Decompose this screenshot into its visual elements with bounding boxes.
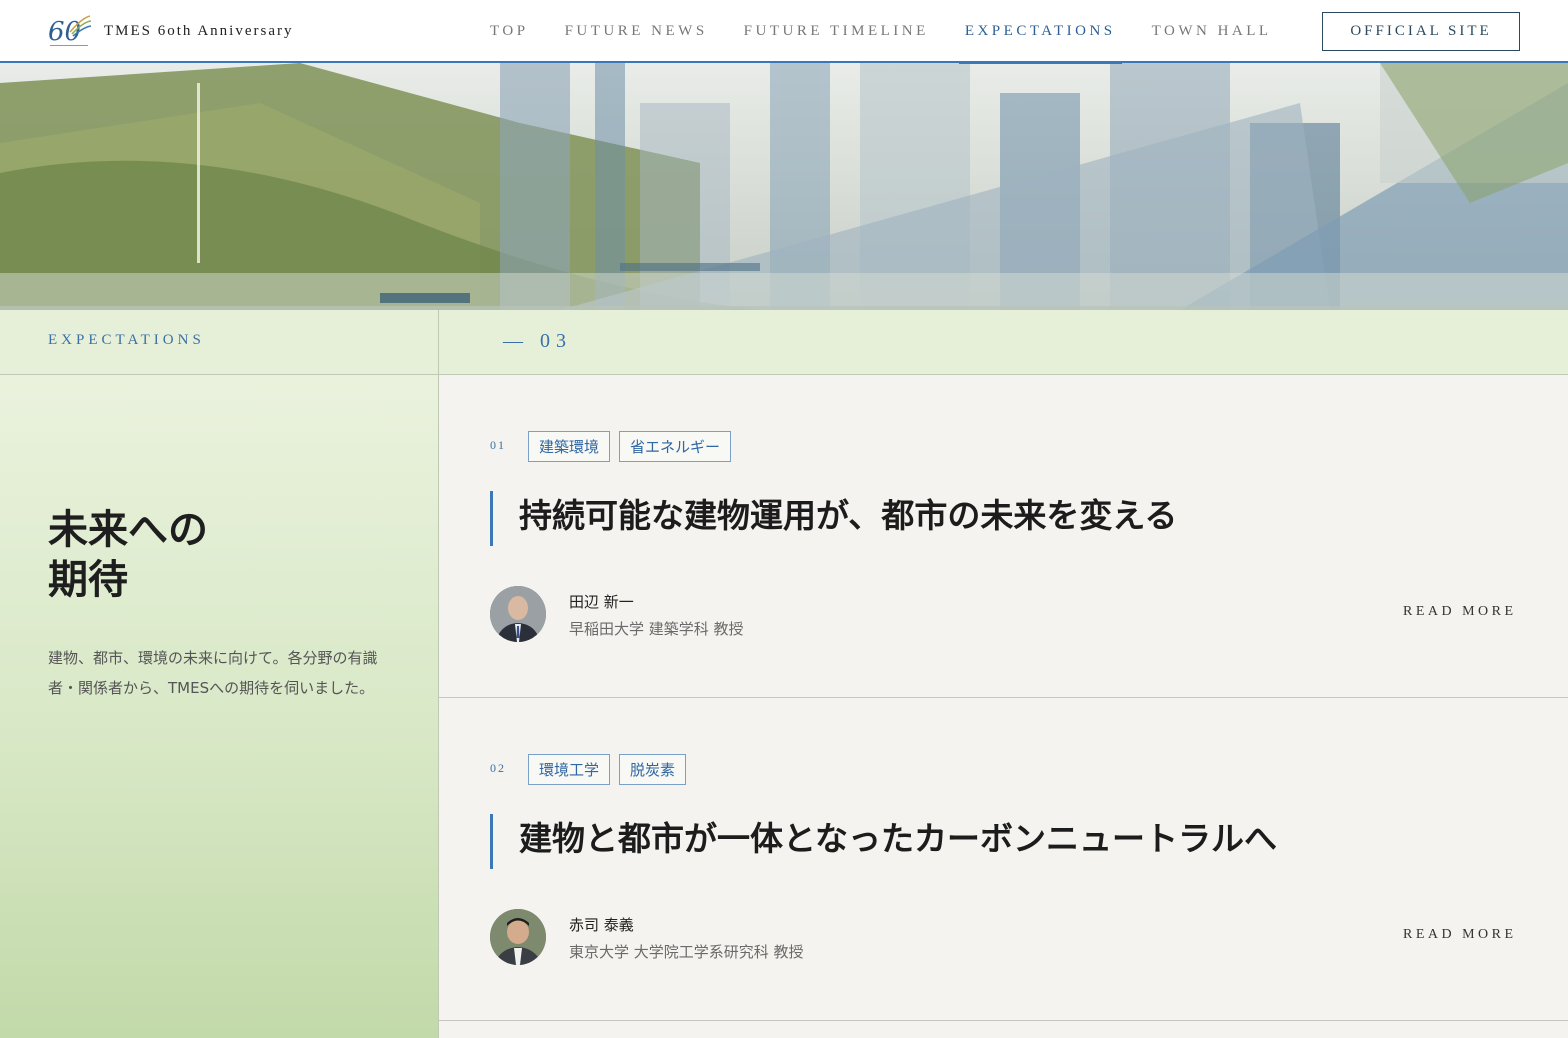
nav-future-timeline[interactable]: FUTURE TIMELINE — [744, 0, 929, 63]
section-label: EXPECTATIONS — [48, 332, 205, 348]
page-description: 建物、都市、環境の未来に向けて。各分野の有識者・関係者から、TMESへの期待を伺… — [48, 649, 378, 697]
article-count: — 03 — [503, 330, 572, 352]
article-card: 01 建築環境 省エネルギー 持続可能な建物運用が、都市の未来を変える 田辺 新… — [439, 375, 1568, 698]
page-title-line-2: 期待 — [48, 556, 128, 603]
tag[interactable]: 建築環境 — [528, 431, 611, 462]
tag[interactable]: 省エネルギー — [619, 431, 732, 462]
section-header-band: EXPECTATIONS — 03 — [0, 310, 1568, 375]
article-list: 01 建築環境 省エネルギー 持続可能な建物運用が、都市の未来を変える 田辺 新… — [439, 375, 1568, 1038]
tag[interactable]: 脱炭素 — [619, 754, 687, 785]
logo[interactable]: 60 TMES 6oth Anniversary — [48, 12, 294, 50]
page-title-line-1: 未来への — [48, 506, 208, 553]
site-title: TMES 6oth Anniversary — [104, 22, 294, 39]
main-nav: TOP FUTURE NEWS FUTURE TIMELINE EXPECTAT… — [490, 0, 1308, 64]
author-name: 田辺 新一 — [569, 593, 634, 611]
article-number: 01 — [490, 438, 506, 452]
avatar — [490, 909, 546, 965]
nav-future-news[interactable]: FUTURE NEWS — [565, 0, 708, 63]
tag-list: 環境工学 脱炭素 — [528, 754, 695, 785]
author-affiliation: 東京大学 大学院工学系研究科 教授 — [569, 943, 804, 961]
author-name: 赤司 泰義 — [569, 916, 634, 934]
svg-text:60: 60 — [48, 17, 81, 47]
read-more-link[interactable]: READ MORE — [1403, 927, 1517, 943]
nav-town-hall[interactable]: TOWN HALL — [1152, 0, 1272, 63]
tag-list: 建築環境 省エネルギー — [528, 431, 740, 462]
author-affiliation: 早稲田大学 建築学科 教授 — [569, 620, 744, 638]
avatar — [490, 586, 546, 642]
nav-expectations[interactable]: EXPECTATIONS — [958, 0, 1122, 64]
anniversary-60-logo-icon: 60 — [48, 12, 92, 50]
article-title[interactable]: 持続可能な建物運用が、都市の未来を変える — [490, 491, 1177, 546]
sidebar-intro: 未来への 期待 建物、都市、環境の未来に向けて。各分野の有識者・関係者から、TM… — [0, 375, 439, 1038]
band-left-cell: EXPECTATIONS — [0, 310, 439, 375]
read-more-link[interactable]: READ MORE — [1403, 604, 1517, 620]
hero-banner-image — [0, 63, 1568, 310]
page-title: 未来への 期待 — [48, 505, 208, 605]
tag[interactable]: 環境工学 — [528, 754, 611, 785]
article-title[interactable]: 建物と都市が一体となったカーボンニュートラルへ — [490, 814, 1277, 869]
official-site-button[interactable]: OFFICIAL SITE — [1322, 12, 1520, 51]
site-header: 60 TMES 6oth Anniversary TOP FUTURE NEWS… — [0, 0, 1568, 64]
article-number: 02 — [490, 761, 506, 775]
nav-top[interactable]: TOP — [490, 0, 529, 63]
article-card: 02 環境工学 脱炭素 建物と都市が一体となったカーボンニュートラルへ 赤司 泰… — [439, 698, 1568, 1021]
